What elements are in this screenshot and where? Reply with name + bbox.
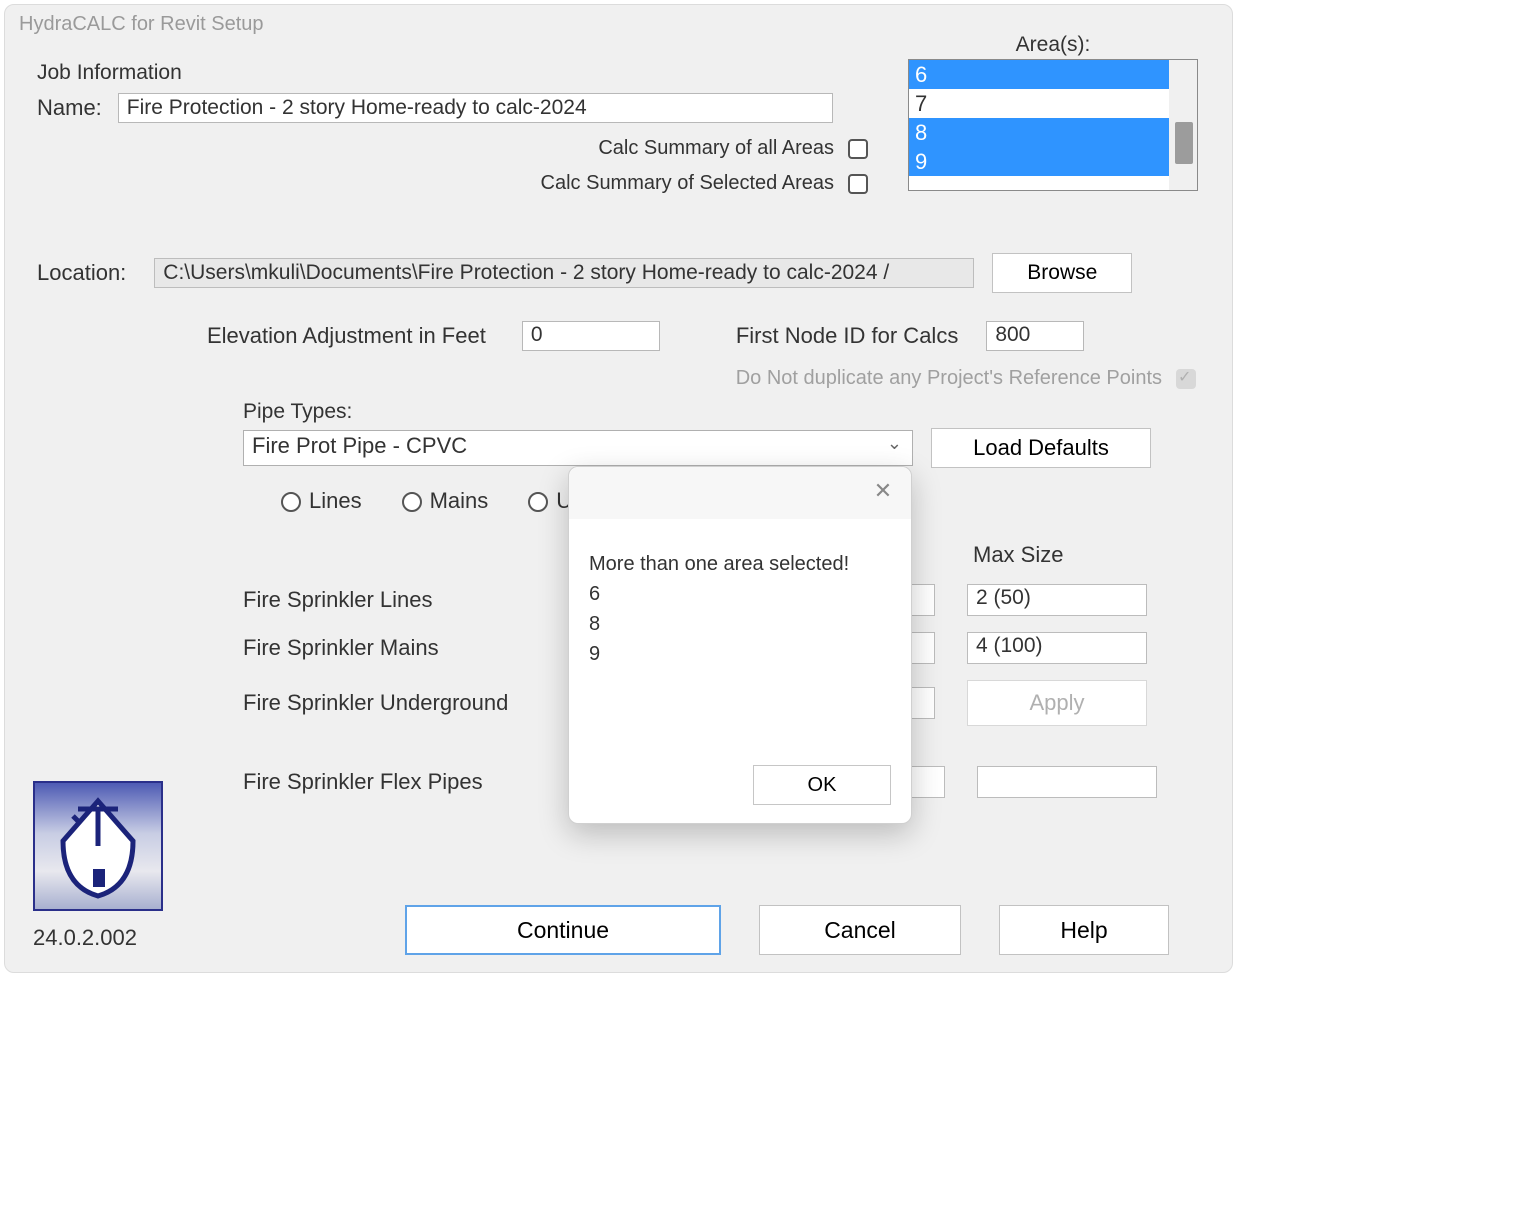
- load-defaults-button[interactable]: Load Defaults: [931, 428, 1151, 468]
- radio-u[interactable]: U: [528, 488, 572, 514]
- flex-max-input[interactable]: [977, 766, 1157, 798]
- area-item-8[interactable]: 8: [909, 118, 1197, 147]
- app-logo: [33, 781, 163, 911]
- alert-area-1: 6: [589, 579, 891, 609]
- row-lines-label: Fire Sprinkler Lines: [243, 587, 543, 613]
- hydracalc-logo-icon: [48, 791, 148, 901]
- area-item-9[interactable]: 9: [909, 147, 1197, 176]
- max-size-header: Max Size: [973, 542, 1063, 568]
- version-label: 24.0.2.002: [33, 925, 137, 951]
- alert-dialog: ✕ More than one area selected! 6 8 9 OK: [568, 466, 912, 824]
- areas-scroll-thumb[interactable]: [1175, 122, 1193, 164]
- ok-button[interactable]: OK: [753, 765, 891, 805]
- apply-button[interactable]: Apply: [967, 680, 1147, 726]
- calc-all-checkbox[interactable]: [848, 139, 868, 159]
- row-mains-max[interactable]: 4 (100): [967, 632, 1147, 664]
- row-underground-label: Fire Sprinkler Underground: [243, 690, 543, 716]
- row-lines-max[interactable]: 2 (50): [967, 584, 1147, 616]
- areas-label: Area(s):: [908, 33, 1198, 57]
- name-input[interactable]: Fire Protection - 2 story Home-ready to …: [118, 93, 833, 123]
- alert-body: More than one area selected! 6 8 9: [569, 519, 911, 679]
- location-label: Location:: [37, 260, 126, 286]
- areas-scrollbar[interactable]: [1169, 60, 1197, 190]
- close-icon[interactable]: ✕: [869, 479, 897, 507]
- areas-listbox[interactable]: 6 7 8 9: [908, 59, 1198, 191]
- calc-selected-label: Calc Summary of Selected Areas: [541, 172, 834, 195]
- alert-area-2: 8: [589, 609, 891, 639]
- flex-pipes-label: Fire Sprinkler Flex Pipes: [243, 769, 553, 795]
- elevation-input[interactable]: 0: [522, 321, 660, 351]
- pipe-type-select[interactable]: Fire Prot Pipe - CPVC: [243, 430, 913, 466]
- calc-selected-checkbox[interactable]: [848, 174, 868, 194]
- first-node-label: First Node ID for Calcs: [736, 323, 959, 349]
- alert-area-3: 9: [589, 639, 891, 669]
- browse-button[interactable]: Browse: [992, 253, 1132, 293]
- first-node-input[interactable]: 800: [986, 321, 1084, 351]
- area-item-6[interactable]: 6: [909, 60, 1197, 89]
- row-mains-label: Fire Sprinkler Mains: [243, 635, 543, 661]
- continue-button[interactable]: Continue: [405, 905, 721, 955]
- duplicate-label: Do Not duplicate any Project's Reference…: [736, 367, 1162, 390]
- cancel-button[interactable]: Cancel: [759, 905, 961, 955]
- duplicate-checkbox: [1176, 369, 1196, 389]
- name-label: Name:: [37, 95, 102, 121]
- radio-mains[interactable]: Mains: [402, 488, 489, 514]
- alert-message: More than one area selected!: [589, 549, 891, 579]
- radio-lines[interactable]: Lines: [281, 488, 362, 514]
- pipe-types-label: Pipe Types:: [243, 400, 1200, 424]
- elevation-label: Elevation Adjustment in Feet: [207, 323, 486, 349]
- location-input[interactable]: C:\Users\mkuli\Documents\Fire Protection…: [154, 258, 974, 288]
- area-item-7[interactable]: 7: [909, 89, 1197, 118]
- calc-all-label: Calc Summary of all Areas: [598, 137, 834, 160]
- help-button[interactable]: Help: [999, 905, 1169, 955]
